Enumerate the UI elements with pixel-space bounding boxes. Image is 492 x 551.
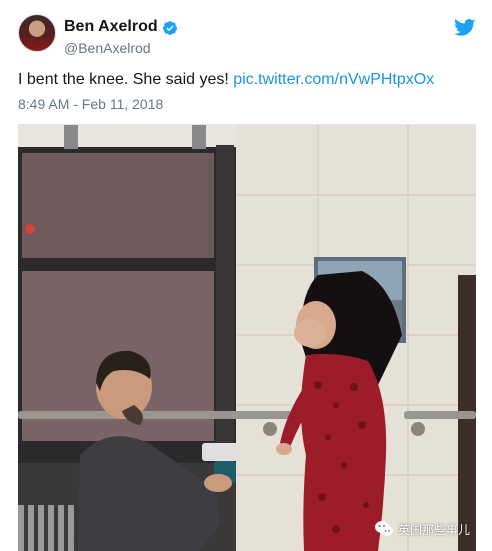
tweet-photo[interactable]	[18, 124, 476, 551]
verified-badge-icon	[163, 21, 178, 35]
tweet-timestamp[interactable]: 8:49 AM - Feb 11, 2018	[18, 96, 163, 112]
author-handle[interactable]: @BenAxelrod	[64, 40, 151, 56]
tweet-media-link[interactable]: pic.twitter.com/nVwPHtpxOx	[233, 71, 434, 88]
tweet-text: I bent the knee. She said yes! pic.twitt…	[18, 71, 434, 89]
wechat-icon	[375, 521, 393, 536]
watermark: 英国那些事儿	[374, 519, 470, 539]
tweet-body: I bent the knee. She said yes!	[18, 71, 229, 88]
watermark-text: 英国那些事儿	[398, 522, 471, 537]
avatar[interactable]	[18, 14, 56, 52]
proposal-photo-illustration	[18, 125, 476, 551]
twitter-bird-icon[interactable]	[454, 18, 476, 38]
author-name[interactable]: Ben Axelrod	[64, 18, 158, 36]
